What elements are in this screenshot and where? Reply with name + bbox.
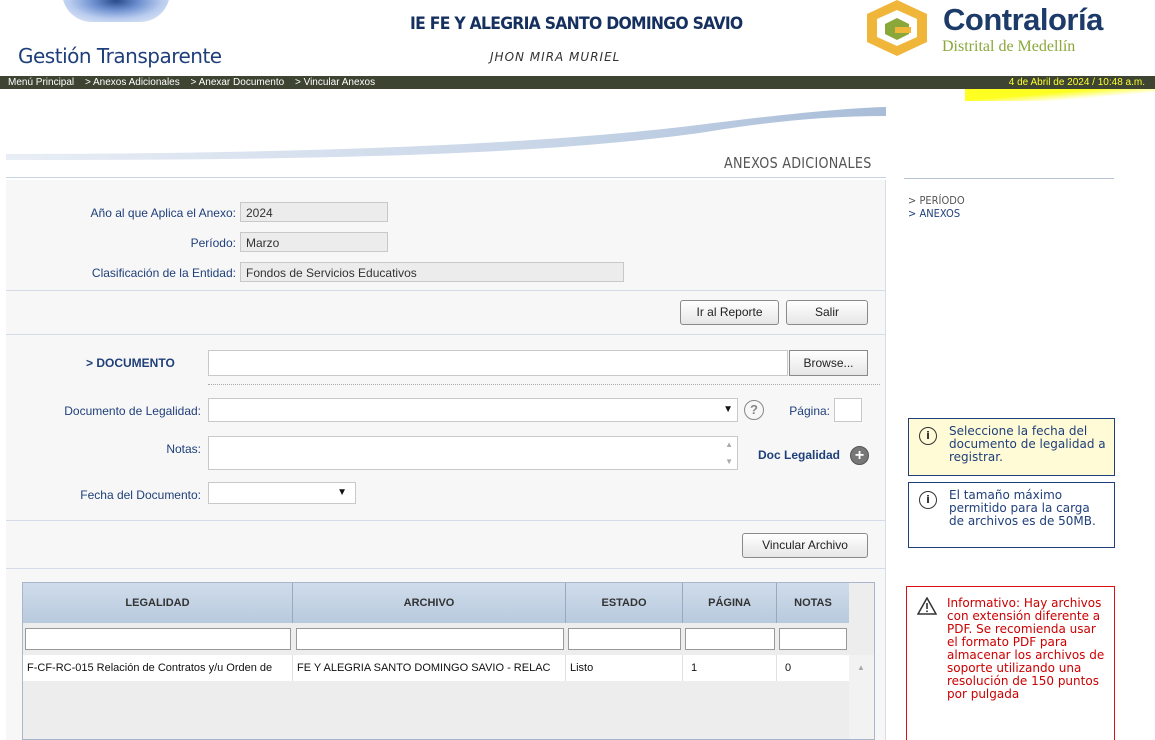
scroll-down-icon[interactable]: ▼ [725, 457, 733, 466]
col-legalidad[interactable]: LEGALIDAD [23, 583, 293, 623]
filter-estado-input[interactable] [568, 628, 681, 650]
notas-label: Notas: [166, 442, 201, 456]
periodo-field: Marzo [240, 232, 388, 252]
clasificacion-label: Clasificación de la Entidad: [91, 266, 236, 280]
notas-textarea[interactable]: ▲ ▼ [208, 436, 738, 470]
school-name: IE FE Y ALEGRIA SANTO DOMINGO SAVIO [410, 14, 743, 34]
warning-box: Informativo: Hay archivos con extensión … [906, 586, 1115, 740]
warning-text: Informativo: Hay archivos con extensión … [947, 596, 1105, 701]
anio-label: Año al que Aplica el Anexo: [90, 206, 236, 220]
ir-reporte-button[interactable]: Ir al Reporte [680, 300, 779, 325]
col-notas[interactable]: NOTAS [777, 583, 849, 623]
browse-button[interactable]: Browse... [789, 350, 868, 376]
sidebar-item-anexos[interactable]: > ANEXOS [908, 207, 965, 220]
help-icon[interactable]: ? [744, 400, 764, 420]
info-icon: i [919, 491, 937, 509]
filter-notas-input[interactable] [779, 628, 847, 650]
sidebar-item-periodo[interactable]: > PERÍODO [908, 194, 965, 207]
cell-legalidad: F-CF-RC-015 Relación de Contratos y/u Or… [23, 655, 293, 681]
cell-estado: Listo [566, 655, 683, 681]
info-tamano-box: i El tamaño máximo permitido para la car… [908, 482, 1115, 548]
table-row[interactable]: F-CF-RC-015 Relación de Contratos y/u Or… [23, 655, 849, 681]
gestion-logo-icon [62, 0, 170, 22]
sidebar-nav: > PERÍODO > ANEXOS [908, 194, 965, 220]
breadcrumb-vincular-anexos[interactable]: > Vincular Anexos [295, 77, 375, 88]
anexos-grid: LEGALIDAD ARCHIVO ESTADO PÁGINA NOTAS F-… [22, 582, 875, 740]
header-swoosh-decoration [6, 107, 886, 160]
breadcrumb-anexar-documento[interactable]: > Anexar Documento [191, 77, 285, 88]
divider [6, 290, 886, 291]
info-fecha-box: i Seleccione la fecha del documento de l… [908, 418, 1115, 476]
dropdown-arrow-icon: ▼ [337, 487, 347, 498]
current-date: 4 de Abril de 2024 / 10:48 a.m. [1008, 77, 1145, 88]
fecha-label: Fecha del Documento: [80, 488, 201, 502]
pagina-label: Página: [789, 404, 830, 418]
header: Gestión Transparente IE FE Y ALEGRIA SAN… [0, 0, 1155, 76]
dotted-divider [208, 384, 880, 385]
filter-row [23, 623, 849, 655]
documento-file-input[interactable] [208, 350, 788, 376]
legalidad-label: Documento de Legalidad: [64, 404, 201, 418]
contraloria-subtitle: Distrital de Medellín [942, 38, 1076, 55]
legalidad-select[interactable]: ▼ [208, 398, 738, 422]
col-pagina[interactable]: PÁGINA [683, 583, 777, 623]
documento-label: > DOCUMENTO [86, 356, 175, 370]
grid-header: LEGALIDAD ARCHIVO ESTADO PÁGINA NOTAS [23, 583, 849, 623]
dropdown-arrow-icon: ▼ [723, 404, 733, 415]
contraloria-logo-icon [867, 0, 927, 56]
cell-archivo: FE Y ALEGRIA SANTO DOMINGO SAVIO - RELAC [293, 655, 566, 681]
breadcrumb-bar: Menú Principal > Anexos Adicionales > An… [0, 76, 1155, 89]
cell-pagina: 1 [683, 655, 777, 681]
col-estado[interactable]: ESTADO [566, 583, 683, 623]
title-divider [6, 177, 886, 178]
divider [6, 520, 886, 521]
cell-notas: 0 [785, 662, 792, 674]
divider [6, 334, 886, 335]
user-name: JHON MIRA MURIEL [490, 50, 621, 64]
scroll-up-icon[interactable]: ▲ [857, 663, 865, 672]
filter-pagina-input[interactable] [685, 628, 775, 650]
section-title: ANEXOS ADICIONALES [724, 154, 872, 172]
doc-legalidad-link[interactable]: Doc Legalidad [758, 448, 840, 462]
fecha-select[interactable]: ▼ [208, 482, 356, 504]
pagina-input[interactable] [834, 398, 862, 422]
clasificacion-field: Fondos de Servicios Educativos [240, 262, 624, 282]
contraloria-title: Contraloría [943, 2, 1103, 37]
breadcrumb-menu-principal[interactable]: Menú Principal [8, 77, 74, 88]
vincular-archivo-button[interactable]: Vincular Archivo [742, 533, 868, 558]
col-archivo[interactable]: ARCHIVO [293, 583, 566, 623]
logo-text: Gestión Transparente [18, 44, 222, 68]
salir-button[interactable]: Salir [786, 300, 868, 325]
info-tamano-text: El tamaño máximo permitido para la carga… [949, 488, 1096, 528]
filter-legalidad-input[interactable] [25, 628, 291, 650]
sidebar-divider [904, 178, 1114, 179]
breadcrumb: Menú Principal > Anexos Adicionales > An… [8, 76, 383, 89]
add-icon[interactable]: + [850, 446, 869, 465]
divider [6, 568, 886, 569]
scroll-up-icon[interactable]: ▲ [725, 440, 733, 449]
periodo-label: Período: [190, 236, 236, 250]
info-icon: i [919, 427, 937, 445]
grid-scrollbar[interactable]: ▲ [849, 655, 874, 739]
info-fecha-text: Seleccione la fecha del documento de leg… [949, 424, 1106, 464]
warning-icon [917, 597, 937, 615]
highlight-mark [965, 89, 1155, 101]
main-panel: ANEXOS ADICIONALES Año al que Aplica el … [6, 102, 886, 740]
filter-archivo-input[interactable] [296, 628, 564, 650]
anio-field: 2024 [240, 202, 388, 222]
breadcrumb-anexos-adicionales[interactable]: > Anexos Adicionales [85, 77, 180, 88]
